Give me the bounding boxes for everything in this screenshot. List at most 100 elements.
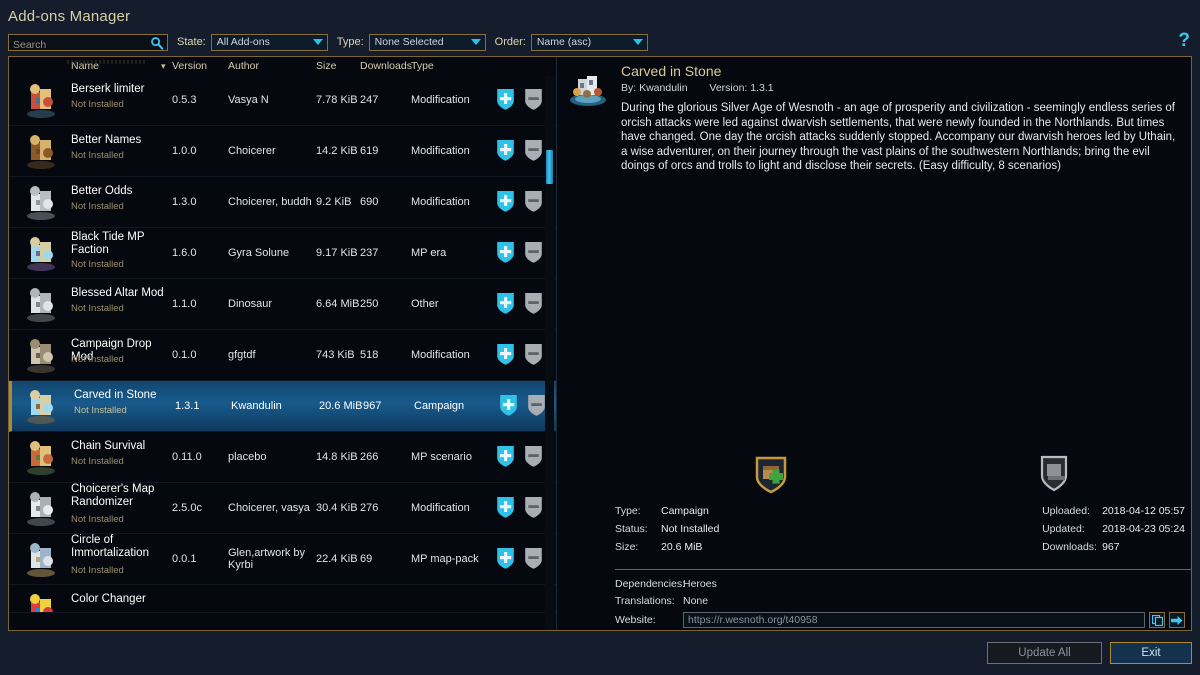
row-version: 1.6.0 <box>172 247 197 259</box>
row-install-button[interactable] <box>496 88 515 111</box>
state-filter-select[interactable]: All Add-ons <box>210 33 328 51</box>
row-install-button[interactable] <box>496 547 515 570</box>
detail-downloads-row: Downloads: 967 <box>1042 541 1185 553</box>
detail-type-label: Type: <box>615 505 641 517</box>
table-row[interactable]: Circle of Immortalization Not Installed 0.… <box>9 534 556 585</box>
detail-dependencies-row: Dependencies: Heroes <box>615 578 1191 590</box>
detail-uploaded-row: Uploaded: 2018-04-12 05:57 <box>1042 505 1185 517</box>
detail-status-label: Status: <box>615 523 648 535</box>
row-type: Modification <box>411 349 470 361</box>
row-version: 1.3.1 <box>175 400 200 412</box>
state-filter-label: State: <box>177 36 206 48</box>
row-actions <box>496 190 543 213</box>
table-row-selected[interactable]: Carved in Stone Not Installed 1.3.1 Kwandul… <box>9 381 556 432</box>
row-uninstall-button <box>525 191 542 212</box>
row-size: 7.78 KiB <box>316 94 358 106</box>
addon-thumbnail-icon <box>27 441 55 475</box>
column-header-downloads[interactable]: Downloads <box>360 60 412 72</box>
detail-version-value: 1.3.1 <box>750 82 774 94</box>
row-status: Not Installed <box>71 354 124 365</box>
row-uninstall-button <box>525 446 542 467</box>
search-field-wrapper[interactable] <box>8 33 168 52</box>
update-all-button[interactable]: Update All <box>987 642 1102 664</box>
addon-detail-panel: Carved in Stone By: Kwandulin Version: 1… <box>557 57 1191 630</box>
table-row[interactable]: Choicerer's Map Randomizer Not Installed 2… <box>9 483 556 534</box>
uninstall-addon-button <box>1040 455 1068 492</box>
install-addon-button[interactable] <box>753 455 789 495</box>
addon-thumbnail-icon <box>27 492 55 526</box>
list-header-row: Name ▾ Version Author Size Downloads Typ… <box>9 57 556 75</box>
row-install-button[interactable] <box>496 190 515 213</box>
table-row[interactable]: Color Changer <box>9 585 556 613</box>
row-actions <box>499 394 546 417</box>
row-downloads: 69 <box>360 553 373 565</box>
sorted-column-underline <box>67 60 147 64</box>
row-install-button[interactable] <box>496 496 515 519</box>
row-install-button[interactable] <box>496 139 515 162</box>
open-url-button[interactable] <box>1169 612 1185 628</box>
row-name: Circle of Immortalization <box>71 534 149 559</box>
row-downloads: 250 <box>360 298 379 310</box>
row-version: 0.11.0 <box>172 451 202 463</box>
row-size: 6.64 MiB <box>316 298 360 310</box>
column-header-size[interactable]: Size <box>316 60 336 72</box>
row-name: Better Names <box>71 134 142 146</box>
detail-updated-value: 2018-04-23 05:24 <box>1102 523 1185 535</box>
row-uninstall-button <box>525 89 542 110</box>
addon-thumbnail-icon <box>27 339 55 373</box>
row-uninstall-button <box>525 497 542 518</box>
sort-chevron-icon[interactable]: ▾ <box>161 61 166 72</box>
row-install-button[interactable] <box>496 343 515 366</box>
column-header-version[interactable]: Version <box>172 60 207 72</box>
row-size: 22.4 KiB <box>316 553 358 565</box>
table-row[interactable]: Better Names Not Installed 1.0.0 Choicerer 1… <box>9 126 556 177</box>
row-downloads: 690 <box>360 196 379 208</box>
table-row[interactable]: Campaign Drop Mod Not Installed 0.1.0 gfgtd… <box>9 330 556 381</box>
row-install-button[interactable] <box>499 394 518 417</box>
row-uninstall-button <box>525 140 542 161</box>
table-row[interactable]: Chain Survival Not Installed 0.11.0 placebo… <box>9 432 556 483</box>
row-version: 1.1.0 <box>172 298 197 310</box>
detail-description: During the glorious Silver Age of Wesnot… <box>621 102 1176 173</box>
row-install-button[interactable] <box>496 292 515 315</box>
exit-button[interactable]: Exit <box>1110 642 1192 664</box>
copy-url-button[interactable] <box>1149 612 1165 628</box>
row-author: Choicerer <box>228 145 276 157</box>
list-scrollbar[interactable] <box>545 76 554 630</box>
addon-thumbnail-icon <box>27 186 55 220</box>
detail-size-value: 20.6 MiB <box>661 541 703 553</box>
row-thumbnail <box>19 590 63 612</box>
row-name: Better Odds <box>71 185 133 197</box>
row-size: 20.6 MiB <box>319 400 363 412</box>
type-filter-select[interactable]: None Selected <box>368 33 486 51</box>
row-status: Not Installed <box>71 150 124 161</box>
row-install-button[interactable] <box>496 241 515 264</box>
detail-version-label: Version: <box>709 82 748 94</box>
search-icon[interactable] <box>150 36 164 50</box>
row-actions <box>496 88 543 111</box>
row-type: Modification <box>411 145 470 157</box>
table-row[interactable]: Better Odds Not Installed 1.3.0 Choicerer, … <box>9 177 556 228</box>
order-filter-select[interactable]: Name (asc) <box>530 33 648 51</box>
addon-thumbnail-icon <box>27 288 55 322</box>
column-header-author[interactable]: Author <box>228 60 259 72</box>
list-scrollbar-thumb[interactable] <box>546 150 553 184</box>
search-input[interactable] <box>9 37 167 52</box>
help-icon[interactable]: ? <box>1178 31 1190 50</box>
detail-translations-label: Translations: <box>615 595 675 607</box>
row-status: Not Installed <box>71 456 124 467</box>
row-install-button[interactable] <box>496 445 515 468</box>
row-author: Dinosaur <box>228 298 273 310</box>
table-row[interactable]: Berserk limiter Not Installed 0.5.3 Vasya N… <box>9 75 556 126</box>
row-uninstall-button <box>525 242 542 263</box>
row-version: 0.1.0 <box>172 349 197 361</box>
website-input[interactable] <box>683 612 1145 628</box>
table-row[interactable]: Black Tide MP Faction Not Installed 1.6.0 G… <box>9 228 556 279</box>
detail-size-label: Size: <box>615 541 639 553</box>
chevron-down-icon <box>632 39 643 45</box>
row-version: 2.5.0c <box>172 502 202 514</box>
row-status: Not Installed <box>71 201 124 212</box>
addon-thumbnail-icon <box>27 543 55 577</box>
column-header-type[interactable]: Type <box>411 60 434 72</box>
table-row[interactable]: Blessed Altar Mod Not Installed 1.1.0 Dinos… <box>9 279 556 330</box>
